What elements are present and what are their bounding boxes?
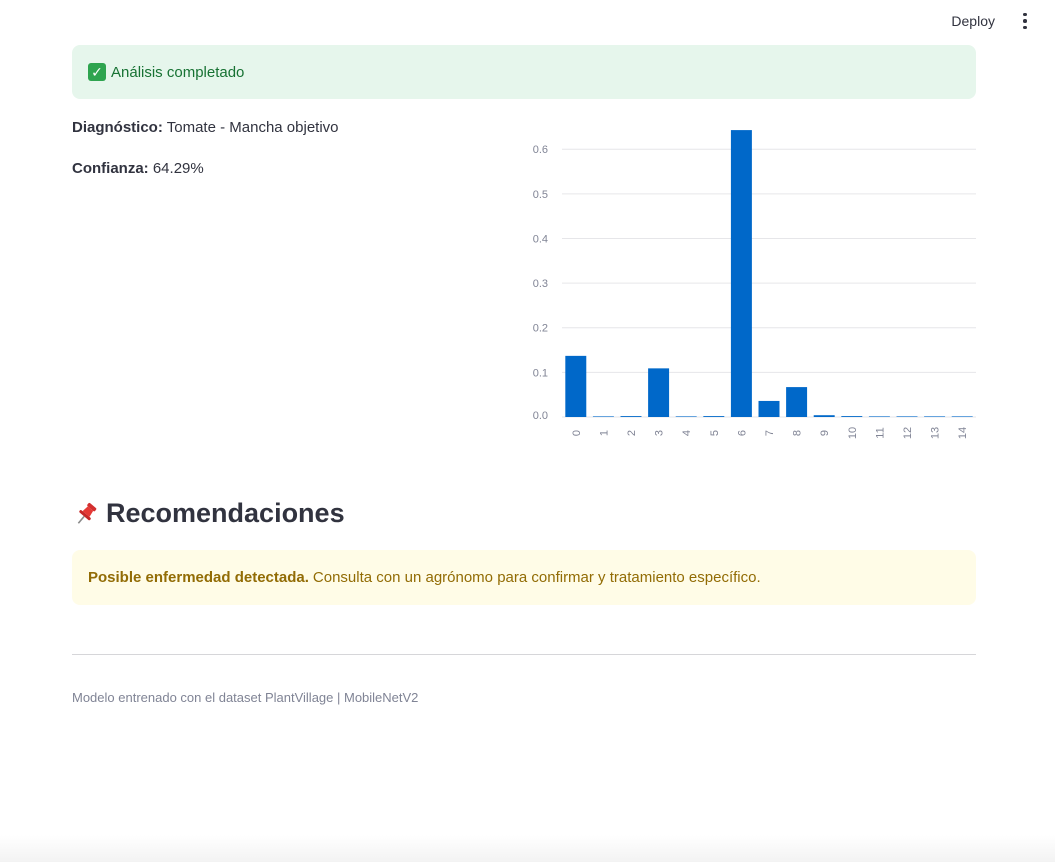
y-tick-label: 0.0 (533, 410, 548, 422)
chart-bar[interactable] (592, 416, 614, 417)
chart-bar[interactable] (841, 416, 863, 417)
warning-bold-text: Posible enfermedad detectada. (88, 569, 309, 586)
y-tick-label: 0.5 (533, 189, 548, 201)
chart-bar[interactable] (951, 416, 973, 417)
x-tick-label: 10 (847, 427, 859, 439)
chart-bar[interactable] (924, 416, 946, 417)
recommendations-title: Recomendaciones (106, 498, 345, 528)
kebab-dot (1023, 19, 1027, 23)
x-tick-label: 12 (902, 427, 914, 439)
y-tick-label: 0.2 (533, 323, 548, 335)
app-page: Deploy ✓ Análisis completado Diagnóstico… (0, 0, 1055, 862)
x-tick-label: 14 (957, 427, 969, 439)
confidence-line: Confianza: 64.29% (72, 160, 204, 177)
y-tick-label: 0.3 (533, 278, 548, 290)
warning-text: Consulta con un agrónomo para confirmar … (312, 569, 761, 586)
x-tick-label: 9 (819, 430, 831, 436)
chart-bar[interactable] (620, 416, 642, 417)
x-tick-label: 1 (598, 430, 610, 436)
x-tick-label: 4 (681, 430, 693, 436)
pushpin-icon (77, 502, 97, 524)
chart-bar[interactable] (786, 387, 808, 417)
x-tick-label: 13 (930, 427, 942, 439)
diagnosis-line: Diagnóstico: Tomate - Mancha objetivo (72, 119, 339, 136)
chart-bar[interactable] (675, 416, 697, 417)
warning-alert: Posible enfermedad detectada. Consulta c… (72, 550, 976, 605)
kebab-dot (1023, 12, 1027, 17)
y-tick-label: 0.4 (533, 233, 548, 245)
x-tick-label: 3 (654, 430, 666, 436)
chart-bar[interactable] (648, 368, 670, 417)
chart-bar[interactable] (703, 416, 725, 417)
x-tick-label: 11 (874, 427, 886, 438)
x-tick-label: 6 (736, 430, 748, 436)
success-alert: ✓ Análisis completado (72, 45, 976, 99)
chart-bar[interactable] (730, 130, 752, 417)
x-tick-label: 2 (626, 430, 638, 436)
x-tick-label: 5 (709, 430, 721, 436)
chart-bar[interactable] (565, 355, 587, 417)
chart-bar[interactable] (813, 415, 835, 417)
chart-bar[interactable] (758, 400, 780, 417)
top-toolbar: Deploy (943, 0, 1055, 42)
kebab-menu-icon[interactable] (1017, 11, 1033, 31)
success-message: Análisis completado (111, 63, 245, 81)
chart-bar[interactable] (868, 416, 890, 417)
x-tick-label: 0 (571, 430, 583, 436)
recommendations-heading: Recomendaciones (72, 498, 345, 529)
diagnosis-label: Diagnóstico: (72, 119, 163, 136)
kebab-dot (1023, 25, 1027, 30)
deploy-button[interactable]: Deploy (943, 9, 1003, 33)
x-tick-label: 7 (764, 430, 776, 436)
diagnosis-value: Tomate - Mancha objetivo (166, 119, 339, 136)
probability-bar-chart: 0.00.10.20.30.40.50.60 1 2 3 4 5 6 7 8 9 10 11 12 13 1… (533, 130, 976, 439)
y-tick-label: 0.6 (533, 144, 548, 156)
divider (72, 654, 976, 655)
y-tick-label: 0.1 (533, 367, 548, 379)
check-mark-icon: ✓ (88, 63, 106, 81)
confidence-value: 64.29% (152, 160, 204, 177)
chart-bar[interactable] (896, 416, 918, 417)
footer-caption: Modelo entrenado con el dataset PlantVil… (72, 690, 419, 705)
x-tick-label: 8 (792, 430, 804, 436)
confidence-label: Confianza: (72, 160, 149, 177)
